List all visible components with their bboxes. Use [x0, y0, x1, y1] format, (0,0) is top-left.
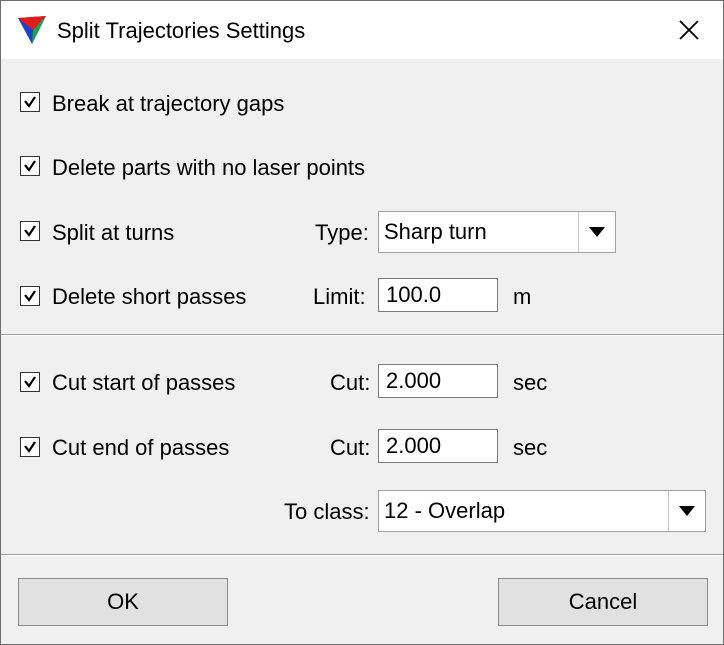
- window-title: Split Trajectories Settings: [57, 18, 306, 43]
- cut-end-input[interactable]: 2.000: [378, 429, 498, 463]
- ok-button[interactable]: OK: [18, 578, 228, 626]
- turn-type-value: Sharp turn: [384, 219, 487, 244]
- separator: [1, 334, 723, 336]
- delete-short-label: Delete short passes: [52, 284, 247, 309]
- chevron-down-icon: [589, 227, 605, 237]
- delete-no-laser-label: Delete parts with no laser points: [52, 155, 366, 180]
- limit-input[interactable]: 100.0: [378, 278, 498, 312]
- cut-end-label: Cut end of passes: [52, 435, 230, 460]
- cut-start-checkbox[interactable]: [20, 372, 40, 392]
- cut-start-unit: sec: [513, 370, 548, 395]
- close-icon: [679, 20, 699, 40]
- limit-label: Limit:: [313, 284, 366, 309]
- cut-start-label: Cut start of passes: [52, 370, 236, 395]
- split-turns-checkbox[interactable]: [20, 221, 40, 241]
- check-icon: [24, 225, 36, 237]
- limit-unit: m: [513, 284, 532, 309]
- to-class-dropdown-button[interactable]: [668, 491, 705, 531]
- separator: [1, 554, 723, 556]
- to-class-label: To class:: [284, 499, 370, 524]
- cut-start-cut-label: Cut:: [330, 370, 371, 395]
- break-gaps-label: Break at trajectory gaps: [52, 91, 285, 116]
- title-bar: Split Trajectories Settings: [1, 1, 723, 59]
- close-button[interactable]: [661, 7, 717, 53]
- type-label: Type:: [315, 220, 369, 245]
- app-icon: [18, 16, 46, 44]
- cut-end-cut-label: Cut:: [330, 435, 371, 460]
- check-icon: [24, 96, 36, 108]
- cancel-button[interactable]: Cancel: [498, 578, 708, 626]
- delete-no-laser-checkbox[interactable]: [20, 156, 40, 176]
- turn-type-dropdown-button[interactable]: [578, 212, 615, 252]
- check-icon: [24, 376, 36, 388]
- to-class-value: 12 - Overlap: [384, 498, 506, 523]
- cut-end-unit: sec: [513, 435, 548, 460]
- to-class-select[interactable]: 12 - Overlap: [378, 490, 706, 532]
- check-icon: [24, 441, 36, 453]
- split-turns-label: Split at turns: [52, 220, 175, 245]
- cut-end-checkbox[interactable]: [20, 437, 40, 457]
- cut-start-input[interactable]: 2.000: [378, 364, 498, 398]
- check-icon: [24, 160, 36, 172]
- chevron-down-icon: [679, 506, 695, 516]
- check-icon: [24, 290, 36, 302]
- break-gaps-checkbox[interactable]: [20, 92, 40, 112]
- dialog-window: Split Trajectories Settings Break at tra…: [0, 0, 724, 645]
- turn-type-select[interactable]: Sharp turn: [378, 211, 616, 253]
- delete-short-checkbox[interactable]: [20, 286, 40, 306]
